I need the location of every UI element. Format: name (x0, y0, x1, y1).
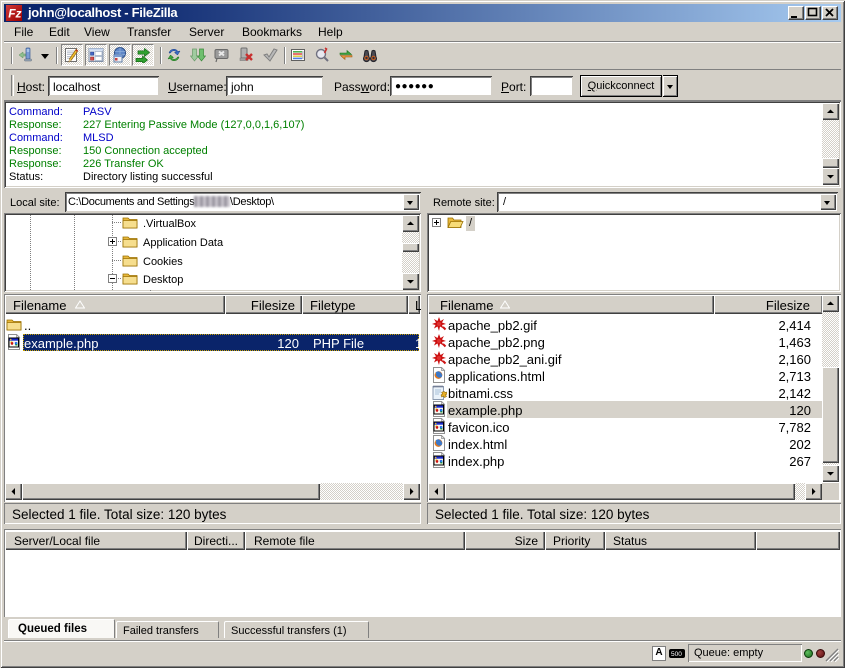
svg-text:Fz: Fz (8, 7, 21, 21)
svg-text:500: 500 (671, 651, 682, 658)
